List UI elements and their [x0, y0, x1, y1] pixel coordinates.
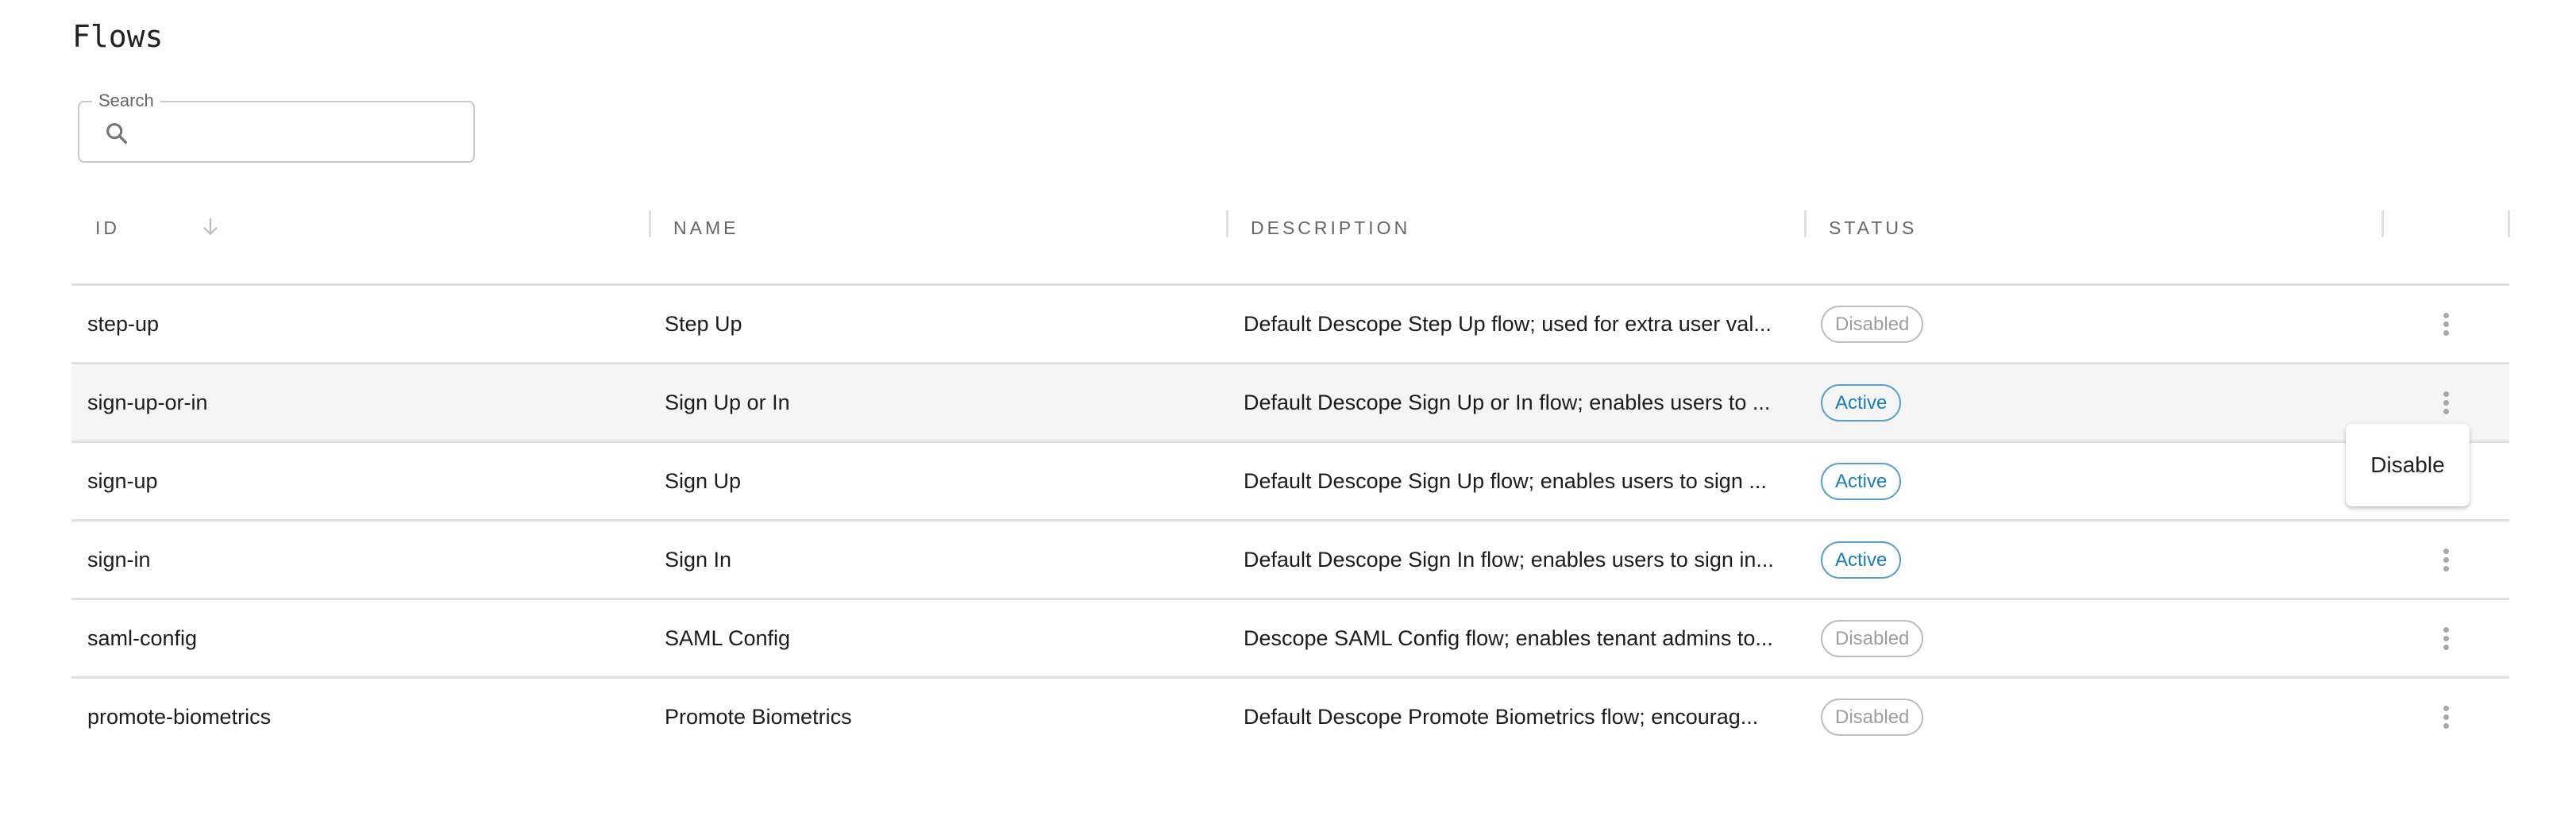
column-header-description-label: DESCRIPTION — [1251, 217, 1411, 238]
column-header-status[interactable]: STATUS — [1807, 198, 2382, 283]
cell-actions — [2418, 679, 2474, 755]
more-vertical-icon[interactable] — [2436, 308, 2455, 340]
cell-id: sign-up — [87, 468, 158, 493]
cell-status: Active — [1821, 522, 2297, 598]
more-vertical-icon[interactable] — [2436, 387, 2455, 418]
cell-name: Sign Up — [665, 468, 742, 493]
cell-name: SAML Config — [665, 625, 791, 650]
column-header-name-label: NAME — [673, 217, 739, 238]
status-badge: Active — [1821, 541, 1902, 579]
table-row[interactable]: step-up Step Up Default Descope Step Up … — [71, 286, 2509, 364]
menu-item-disable[interactable]: Disable — [2354, 445, 2460, 486]
more-vertical-icon[interactable] — [2436, 701, 2455, 733]
search-label: Search — [92, 90, 160, 112]
cell-description: Default Descope Sign In flow; enables us… — [1244, 547, 1774, 572]
cell-name: Promote Biometrics — [665, 704, 852, 729]
arrow-down-icon[interactable] — [199, 214, 222, 240]
cell-id: sign-up-or-in — [87, 390, 208, 414]
search-icon — [103, 120, 130, 147]
more-vertical-icon[interactable] — [2436, 622, 2455, 654]
status-badge: Disabled — [1821, 305, 1924, 343]
cell-actions — [2418, 600, 2474, 676]
cell-status: Disabled — [1821, 600, 2297, 676]
cell-description: Default Descope Step Up flow; used for e… — [1244, 311, 1772, 336]
column-header-status-label: STATUS — [1829, 217, 1918, 238]
status-badge: Active — [1821, 462, 1902, 500]
column-resize-handle[interactable] — [2508, 210, 2510, 237]
cell-id: sign-in — [87, 547, 151, 572]
cell-status: Disabled — [1821, 286, 2297, 362]
search-field[interactable]: Search — [78, 90, 475, 163]
table-row[interactable]: promote-biometrics Promote Biometrics De… — [71, 679, 2509, 755]
cell-name: Sign In — [665, 547, 732, 572]
column-header-description[interactable]: DESCRIPTION — [1228, 198, 1804, 283]
cell-description: Descope SAML Config flow; enables tenant… — [1244, 625, 1773, 650]
cell-status: Active — [1821, 364, 2297, 441]
cell-id: promote-biometrics — [87, 704, 272, 729]
table-row[interactable]: sign-in Sign In Default Descope Sign In … — [71, 522, 2509, 600]
table-body: step-up Step Up Default Descope Step Up … — [71, 286, 2509, 755]
cell-name: Sign Up or In — [665, 390, 790, 414]
cell-description: Default Descope Sign Up or In flow; enab… — [1244, 390, 1771, 414]
table-row[interactable]: sign-up Sign Up Default Descope Sign Up … — [71, 443, 2509, 522]
page-title: Flows — [72, 19, 164, 54]
status-badge: Disabled — [1821, 698, 1924, 736]
cell-status: Disabled — [1821, 679, 2297, 755]
cell-actions — [2418, 286, 2474, 362]
table-row[interactable]: saml-config SAML Config Descope SAML Con… — [71, 600, 2509, 679]
status-badge: Disabled — [1821, 619, 1924, 657]
flows-table: ID NAME DESCRIPTION STATUS step-up Step — [71, 198, 2510, 755]
cell-id: saml-config — [87, 625, 198, 650]
cell-actions — [2418, 522, 2474, 598]
table-row[interactable]: sign-up-or-in Sign Up or In Default Desc… — [71, 364, 2509, 443]
status-badge: Active — [1821, 383, 1902, 421]
column-header-id-label: ID — [95, 217, 120, 238]
more-vertical-icon[interactable] — [2436, 544, 2455, 575]
search-input[interactable] — [140, 114, 461, 153]
cell-description: Default Descope Sign Up flow; enables us… — [1244, 468, 1767, 493]
column-header-actions — [2384, 198, 2508, 283]
cell-name: Step Up — [665, 311, 742, 336]
cell-description: Default Descope Promote Biometrics flow;… — [1244, 704, 1759, 729]
cell-id: step-up — [87, 311, 160, 336]
column-header-id[interactable]: ID — [71, 198, 649, 283]
cell-status: Active — [1821, 443, 2297, 519]
column-header-name[interactable]: NAME — [651, 198, 1226, 283]
table-header: ID NAME DESCRIPTION STATUS — [71, 198, 2510, 286]
row-actions-menu: Disable — [2346, 424, 2470, 506]
